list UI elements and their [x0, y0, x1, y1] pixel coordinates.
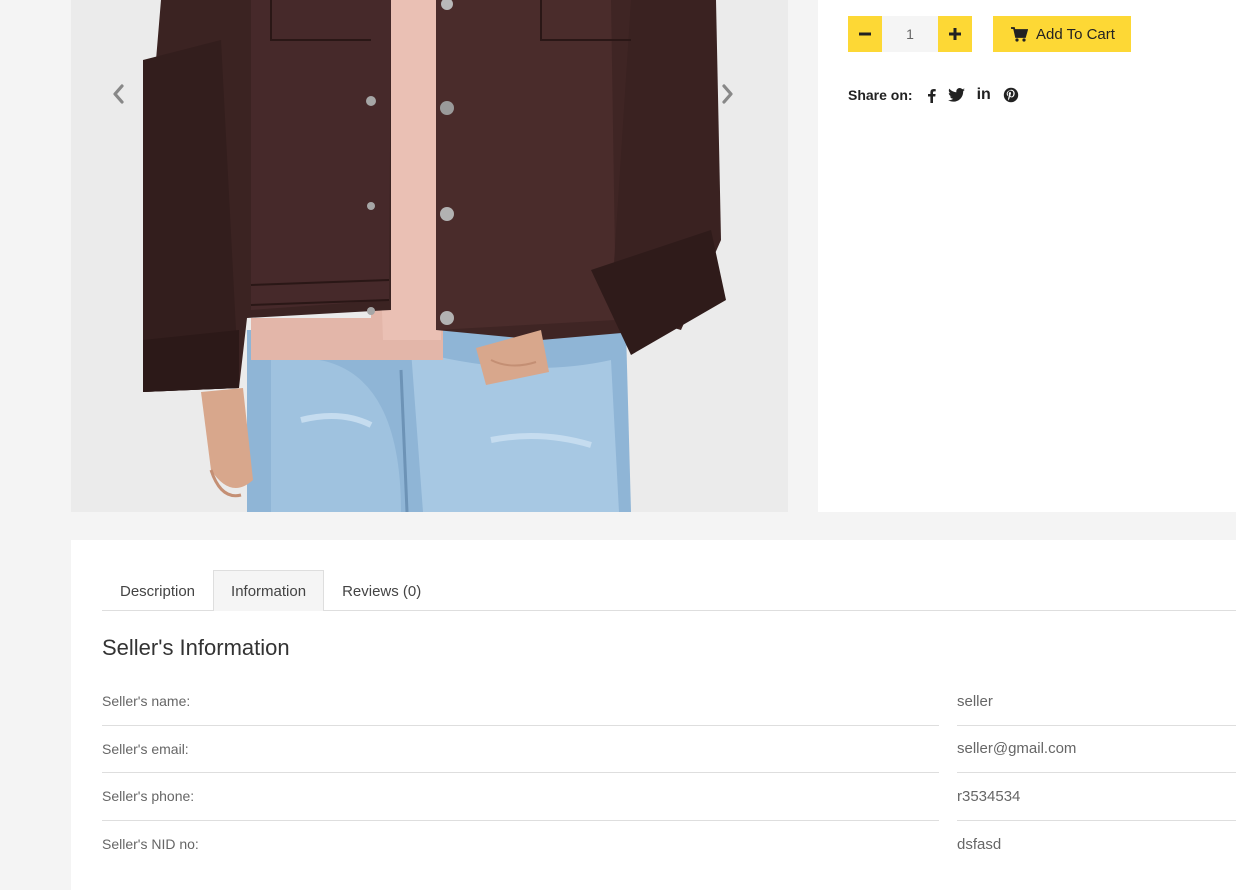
- gallery-prev-button[interactable]: [111, 84, 141, 118]
- twitter-icon: [947, 88, 965, 102]
- add-to-cart-button[interactable]: Add To Cart: [993, 16, 1131, 52]
- minus-icon: [859, 32, 871, 36]
- linkedin-icon: in: [976, 86, 991, 103]
- seller-phone-label: Seller's phone:: [102, 773, 939, 821]
- quantity-increase-button[interactable]: [938, 16, 972, 52]
- table-row: Seller's NID no: dsfasd: [102, 821, 1236, 869]
- seller-nid-value: dsfasd: [957, 835, 1002, 853]
- table-row: Seller's phone: r3534534: [102, 773, 1236, 821]
- product-info-panel: 1 Add To Cart Share on: in: [818, 0, 1236, 512]
- share-twitter-link[interactable]: [947, 84, 965, 106]
- seller-info-table: Seller's name: seller Seller's email: se…: [102, 678, 1236, 868]
- share-pinterest-link[interactable]: [1003, 84, 1019, 106]
- seller-phone-value: r3534534: [957, 773, 1236, 821]
- table-row: Seller's email: seller@gmail.com: [102, 726, 1236, 773]
- chevron-right-icon: [722, 84, 733, 104]
- seller-name-value: seller: [957, 678, 1236, 726]
- product-tabs: Description Information Reviews (0): [102, 570, 1236, 611]
- tab-reviews[interactable]: Reviews (0): [324, 570, 439, 611]
- gallery-next-button[interactable]: [721, 84, 751, 118]
- share-links: Share on: in: [848, 84, 1019, 106]
- pinterest-icon: [1003, 87, 1018, 103]
- tab-information[interactable]: Information: [213, 570, 325, 611]
- chevron-left-icon: [113, 84, 124, 104]
- table-row: Seller's name: seller: [102, 678, 1236, 726]
- seller-email-value: seller@gmail.com: [957, 726, 1236, 773]
- share-label: Share on:: [848, 87, 913, 103]
- quantity-decrease-button[interactable]: [848, 16, 882, 52]
- quantity-input[interactable]: 1: [882, 16, 938, 52]
- product-image-gallery: [71, 0, 788, 512]
- facebook-icon: [927, 88, 936, 103]
- plus-icon: [949, 28, 961, 40]
- share-linkedin-link[interactable]: in: [977, 84, 991, 106]
- share-facebook-link[interactable]: [927, 84, 936, 106]
- seller-name-label: Seller's name:: [102, 678, 939, 726]
- product-image: [71, 0, 788, 512]
- tab-description[interactable]: Description: [102, 570, 213, 611]
- section-title: Seller's Information: [102, 635, 290, 660]
- add-to-cart-label: Add To Cart: [1036, 25, 1115, 43]
- quantity-stepper: 1 Add To Cart: [848, 16, 1131, 52]
- seller-nid-label: Seller's NID no:: [102, 836, 199, 853]
- seller-email-label: Seller's email:: [102, 726, 939, 773]
- product-detail-card: Description Information Reviews (0) Sell…: [71, 540, 1236, 890]
- cart-icon: [1011, 26, 1028, 42]
